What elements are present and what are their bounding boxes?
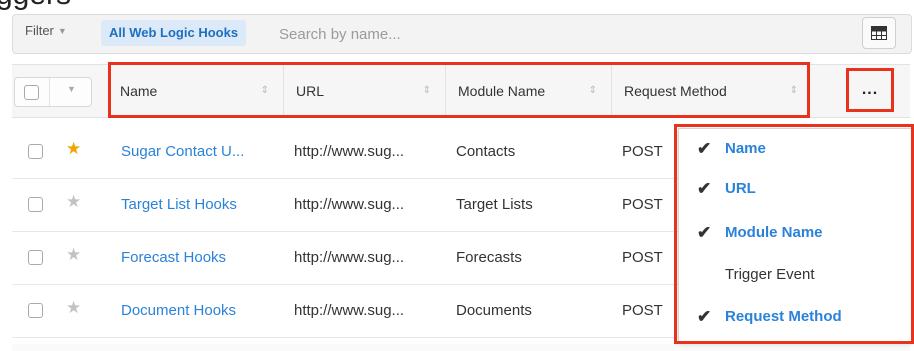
record-name-link[interactable]: Sugar Contact U... xyxy=(121,125,244,178)
record-name-link[interactable]: Document Hooks xyxy=(121,284,236,337)
column-header-label: Module Name xyxy=(458,83,546,99)
grid-icon xyxy=(871,26,887,40)
method-cell: POST xyxy=(622,143,663,160)
column-menu-item-module-name[interactable]: ✔ Module Name xyxy=(679,213,911,253)
column-header-module-name[interactable]: Module Name ⇕ xyxy=(446,65,612,117)
column-header-label: URL xyxy=(296,83,325,99)
method-cell: POST xyxy=(622,196,663,213)
active-filter-pill[interactable]: All Web Logic Hooks xyxy=(101,20,247,46)
column-menu-item-label: Request Method xyxy=(725,308,842,325)
filter-dropdown[interactable]: Filter ▼ xyxy=(25,23,67,38)
column-chooser-menu: ✔ Name ✔ URL ✔ Module Name Trigger Event… xyxy=(678,128,912,342)
row-checkbox[interactable] xyxy=(28,144,43,159)
column-header-label: Name xyxy=(120,83,158,99)
page-heading-cut: ggers xyxy=(0,0,914,14)
checkmark-icon: ✔ xyxy=(697,307,712,326)
column-options-button[interactable]: ... xyxy=(852,74,888,106)
search-input[interactable] xyxy=(277,15,841,53)
record-name-link[interactable]: Forecast Hooks xyxy=(121,231,226,284)
module-cell: Forecasts xyxy=(456,249,522,266)
module-cell: Contacts xyxy=(456,143,516,160)
url-cell: http://www.sug... xyxy=(294,302,405,319)
url-cell: http://www.sug... xyxy=(294,196,405,213)
chevron-down-icon: ▼ xyxy=(57,25,67,36)
column-menu-item-label: Trigger Event xyxy=(725,266,815,283)
sort-icon: ⇕ xyxy=(260,85,269,96)
column-menu-item-name[interactable]: ✔ Name xyxy=(679,129,911,169)
url-cell: http://www.sug... xyxy=(294,249,405,266)
column-menu-item-label: Name xyxy=(725,140,766,157)
method-cell: POST xyxy=(622,249,663,266)
row-checkbox[interactable] xyxy=(28,303,43,318)
method-cell: POST xyxy=(622,302,663,319)
column-header-url[interactable]: URL ⇕ xyxy=(284,65,446,117)
sort-icon: ⇕ xyxy=(422,85,431,96)
column-menu-item-url[interactable]: ✔ URL xyxy=(679,169,911,209)
select-all-checkbox[interactable] xyxy=(24,85,39,100)
column-header-request-method[interactable]: Request Method ⇕ xyxy=(612,65,812,117)
checkmark-icon: ✔ xyxy=(697,139,712,158)
star-icon[interactable]: ★ xyxy=(66,245,81,265)
grid-view-button[interactable] xyxy=(862,17,896,49)
page-heading-text: ggers xyxy=(0,0,71,12)
checkmark-icon: ✔ xyxy=(697,179,712,198)
table-footer-strip xyxy=(12,344,910,351)
record-name-link[interactable]: Target List Hooks xyxy=(121,178,237,231)
star-icon[interactable]: ★ xyxy=(66,139,81,159)
column-header-label: Request Method xyxy=(624,83,727,99)
table-header: ▼ Name ⇕ URL ⇕ Module Name ⇕ Request Met… xyxy=(12,64,910,118)
row-checkbox[interactable] xyxy=(28,197,43,212)
sort-icon: ⇕ xyxy=(789,85,798,96)
module-cell: Documents xyxy=(456,302,532,319)
divider xyxy=(49,78,50,106)
checkmark-icon: ✔ xyxy=(697,223,712,242)
column-header-name[interactable]: Name ⇕ xyxy=(108,65,284,117)
sort-icon: ⇕ xyxy=(588,85,597,96)
column-menu-item-label: Module Name xyxy=(725,224,823,241)
url-cell: http://www.sug... xyxy=(294,143,405,160)
column-menu-item-trigger-event[interactable]: Trigger Event xyxy=(679,255,911,295)
select-all-control[interactable]: ▼ xyxy=(14,77,92,107)
filter-label: Filter xyxy=(25,23,54,38)
filter-bar: Filter ▼ All Web Logic Hooks xyxy=(12,14,912,54)
column-menu-item-label: URL xyxy=(725,180,756,197)
star-icon[interactable]: ★ xyxy=(66,298,81,318)
chevron-down-icon[interactable]: ▼ xyxy=(67,84,76,94)
row-checkbox[interactable] xyxy=(28,250,43,265)
star-icon[interactable]: ★ xyxy=(66,192,81,212)
column-menu-item-request-method[interactable]: ✔ Request Method xyxy=(679,297,911,337)
module-cell: Target Lists xyxy=(456,196,533,213)
